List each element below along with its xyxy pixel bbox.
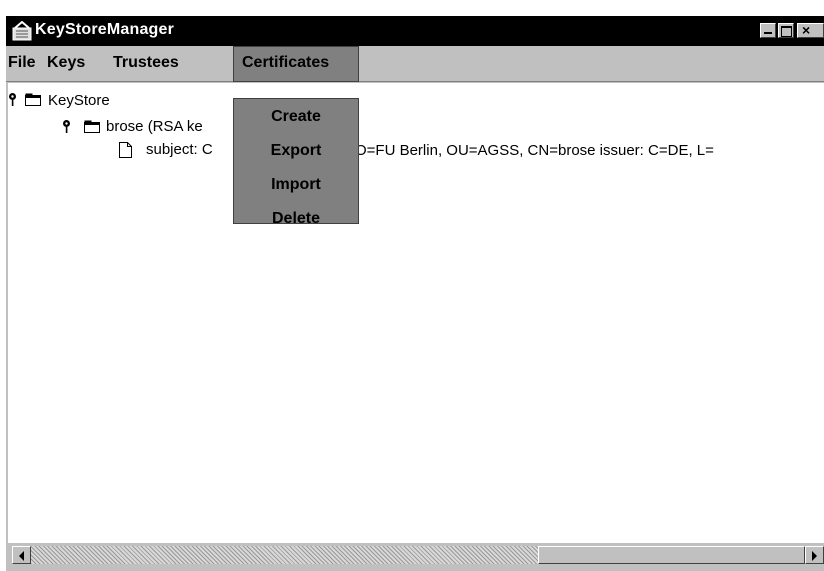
folder-icon [25, 93, 41, 106]
scroll-thumb[interactable] [538, 546, 805, 564]
menu-certificates[interactable]: Certificates [233, 46, 359, 82]
window-title: KeyStoreManager [35, 21, 175, 38]
title-bar[interactable]: KeyStoreManager × [6, 16, 824, 46]
certificates-menu-dropdown: Create Export Import Delete [233, 98, 359, 227]
expand-handle-icon[interactable] [62, 119, 71, 135]
horizontal-scrollbar[interactable] [8, 545, 824, 565]
menu-item-delete[interactable]: Delete [234, 210, 358, 228]
maximize-icon [781, 26, 792, 37]
folder-icon [84, 120, 100, 133]
close-button[interactable]: × [797, 22, 824, 38]
tree-node-certificate-detail[interactable]: O=FU Berlin, OU=AGSS, CN=brose issuer: C… [355, 142, 714, 159]
minimize-button[interactable] [760, 23, 776, 38]
menu-item-export[interactable]: Export [234, 142, 358, 160]
menu-keys[interactable]: Keys [47, 54, 85, 72]
app-icon [12, 21, 32, 41]
scroll-right-button[interactable] [805, 546, 824, 564]
minimize-icon [764, 32, 772, 34]
tree-node-keystore[interactable]: KeyStore [48, 92, 110, 109]
menu-bar: File Keys Trustees Certificates [6, 46, 824, 82]
maximize-button[interactable] [778, 23, 794, 38]
menu-trustees[interactable]: Trustees [113, 54, 179, 72]
tree-node-certificate[interactable]: subject: C [146, 141, 213, 158]
menu-item-create[interactable]: Create [234, 108, 358, 126]
window-bottom-border [6, 565, 824, 571]
menu-file[interactable]: File [8, 54, 36, 72]
tree-node-brose[interactable]: brose (RSA ke [106, 118, 203, 135]
close-icon: × [802, 22, 811, 38]
arrow-right-icon [812, 551, 817, 561]
keystore-tree: KeyStore brose (RSA ke subject: C O=FU B… [8, 83, 824, 543]
scroll-left-button[interactable] [12, 546, 31, 564]
keystore-manager-window: KeyStoreManager × File Keys Trustees Cer… [6, 16, 824, 571]
arrow-left-icon [19, 551, 24, 561]
expand-handle-icon[interactable] [8, 92, 17, 108]
document-icon [119, 142, 132, 158]
menu-item-import[interactable]: Import [234, 176, 358, 194]
